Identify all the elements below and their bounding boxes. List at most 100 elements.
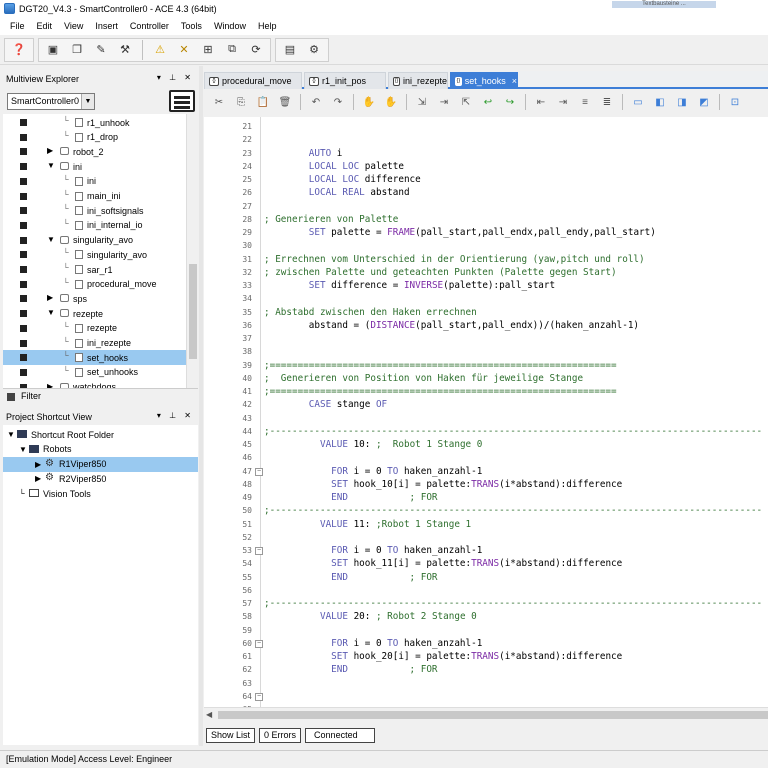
tools-icon[interactable]: ⚙ [304, 40, 324, 60]
code-line[interactable]: abstand = (DISTANCE(pall_start,pall_endx… [264, 319, 639, 332]
tree-item-watchdogs[interactable]: ▶ watchdogs [3, 380, 187, 388]
tab-set-hooks[interactable]: {} set_hooks × [450, 72, 518, 89]
step-out-icon[interactable]: ⇱ [457, 93, 475, 111]
expanded-icon[interactable]: ▼ [47, 235, 55, 244]
code-line[interactable]: SET hook_11[i] = palette:TRANS(i*abstand… [264, 557, 622, 570]
splitter[interactable] [199, 66, 203, 746]
filter-bar[interactable]: Filter [3, 388, 198, 404]
code-line[interactable]: ; Errechnen vom Unterschied in der Orien… [264, 253, 645, 266]
collapsed-icon[interactable]: ▶ [47, 293, 53, 302]
uncomment-icon[interactable]: ≣ [598, 93, 616, 111]
code-line[interactable]: AUTO i [264, 147, 343, 160]
tree-item-robot-2[interactable]: ▶ robot_2 [3, 144, 187, 159]
panel-pin-icon[interactable]: ▾ ⊥ ✕ [157, 73, 194, 82]
help-icon[interactable]: ❓ [9, 40, 29, 60]
outdent-icon[interactable]: ⇥ [554, 93, 572, 111]
copy-icon[interactable]: ⎘ [232, 93, 250, 111]
expanded-icon[interactable]: ▼ [7, 430, 15, 439]
bookmark-clear-icon[interactable]: ◩ [695, 93, 713, 111]
tree-item-rezepte[interactable]: ▼ rezepte [3, 306, 187, 321]
tree-item-procedural-move[interactable]: └ procedural_move [3, 277, 187, 292]
code-line[interactable]: LOCAL LOC palette [264, 160, 404, 173]
disable-icon[interactable]: ✕ [174, 40, 194, 60]
bookmark-next-icon[interactable]: ◨ [673, 93, 691, 111]
code-line[interactable]: ;---------------------------------------… [264, 597, 762, 610]
collapsed-icon[interactable]: ▶ [35, 474, 41, 483]
tree-item-sps[interactable]: ▶ sps [3, 291, 187, 306]
tab-ini-rezepte[interactable]: {} ini_rezepte [388, 72, 448, 89]
menu-item-tools[interactable]: Tools [175, 21, 208, 31]
undo-icon[interactable]: ↶ [307, 93, 325, 111]
menu-item-file[interactable]: File [4, 21, 31, 31]
menu-item-help[interactable]: Help [252, 21, 283, 31]
3d-view-icon[interactable]: ▣ [43, 40, 63, 60]
shortcut-item-shortcut-root-folder[interactable]: ▼ Shortcut Root Folder [3, 427, 183, 442]
menu-item-window[interactable]: Window [208, 21, 252, 31]
fold-toggle-icon[interactable]: − [255, 467, 263, 476]
panel-pin-icon[interactable]: ▾ ⊥ ✕ [157, 411, 194, 420]
code-line[interactable]: VALUE 10: ; Robot 1 Stange 0 [264, 438, 482, 451]
window-badge[interactable]: Textbausteine ... [612, 1, 716, 8]
code-line[interactable]: SET difference = INVERSE(palette):pall_s… [264, 279, 555, 292]
chevron-down-icon[interactable]: ▼ [81, 94, 94, 109]
fold-toggle-icon[interactable]: − [255, 692, 263, 701]
fold-toggle-icon[interactable]: − [255, 639, 263, 648]
delete-icon[interactable]: 🗑 [276, 93, 294, 111]
stop-hand-icon[interactable]: ✋ [360, 93, 378, 111]
controller-icon[interactable] [169, 90, 195, 112]
tree-scrollbar[interactable] [186, 114, 198, 388]
code-line[interactable]: FOR i = 0 TO haken_anzahl-1 [264, 637, 482, 650]
indent-icon[interactable]: ⇤ [532, 93, 550, 111]
tree-item-ini[interactable]: ▼ ini [3, 159, 187, 174]
find-icon[interactable]: ⊡ [726, 93, 744, 111]
code-line[interactable]: ; zwischen Palette und geteachten Punkte… [264, 266, 617, 279]
tree-item-rezepte[interactable]: └ rezepte [3, 321, 187, 336]
code-line[interactable]: ;---------------------------------------… [264, 504, 762, 517]
bookmark-icon[interactable]: ▭ [629, 93, 647, 111]
tree-item-singularity-avo[interactable]: └ singularity_avo [3, 247, 187, 262]
breakpoint-icon[interactable]: ✋ [382, 93, 400, 111]
scrollbar-thumb[interactable] [218, 711, 768, 719]
tree-item-ini-rezepte[interactable]: └ ini_rezepte [3, 336, 187, 351]
code-line[interactable]: ; Generieren von Position von Haken für … [264, 372, 583, 385]
bookmark-prev-icon[interactable]: ◧ [651, 93, 669, 111]
code-line[interactable]: VALUE 11: ;Robot 1 Stange 1 [264, 518, 471, 531]
scrollbar-thumb[interactable] [189, 264, 197, 359]
step-into-icon[interactable]: ⇲ [413, 93, 431, 111]
grid-icon[interactable]: ⊞ [198, 40, 218, 60]
robot-arm-icon[interactable]: ⚒ [115, 40, 135, 60]
code-line[interactable]: CASE stange OF [264, 398, 387, 411]
cut-icon[interactable]: ✂ [210, 93, 228, 111]
code-line[interactable]: VALUE 20: ; Robot 2 Stange 0 [264, 610, 477, 623]
code-line[interactable]: ;=======================================… [264, 385, 617, 398]
code-line[interactable]: SET hook_20[i] = palette:TRANS(i*abstand… [264, 650, 622, 663]
tree-item-ini-softsignals[interactable]: └ ini_softsignals [3, 203, 187, 218]
warning-icon[interactable]: ⚠ [150, 40, 170, 60]
tree-item-sar-r1[interactable]: └ sar_r1 [3, 262, 187, 277]
controller-select[interactable]: SmartController0 ▼ [7, 93, 95, 110]
code-line[interactable]: SET hook_10[i] = palette:TRANS(i*abstand… [264, 478, 622, 491]
shortcut-item-robots[interactable]: ▼ Robots [3, 442, 183, 457]
menu-item-view[interactable]: View [58, 21, 89, 31]
menu-item-controller[interactable]: Controller [124, 21, 175, 31]
tree-item-r1-drop[interactable]: └ r1_drop [3, 130, 187, 145]
code-line[interactable]: ;---------------------------------------… [264, 425, 762, 438]
code-line[interactable]: ;=======================================… [264, 359, 617, 372]
code-line[interactable]: END ; FOR [264, 571, 437, 584]
code-line[interactable]: LOCAL LOC difference [264, 173, 421, 186]
panel-icon[interactable]: ▤ [280, 40, 300, 60]
refresh-icon[interactable]: ⟳ [246, 40, 266, 60]
tree-item-ini[interactable]: └ ini [3, 174, 187, 189]
tool-icon[interactable]: ✎ [91, 40, 111, 60]
code-line[interactable]: ; Abstabd zwischen den Haken errechnen [264, 306, 477, 319]
collapsed-icon[interactable]: ▶ [35, 460, 41, 469]
tree-item-singularity-avo[interactable]: ▼ singularity_avo [3, 233, 187, 248]
code-line[interactable]: ; Generieren von Palette [264, 213, 398, 226]
code-line[interactable]: FOR i = 0 TO haken_anzahl-1 [264, 465, 482, 478]
tab-procedural-move[interactable]: {} procedural_move [204, 72, 302, 89]
collapsed-icon[interactable]: ▶ [47, 146, 53, 155]
show-list-button[interactable]: Show List [206, 727, 256, 743]
tab-r1-init-pos[interactable]: {} r1_init_pos [304, 72, 386, 89]
forward-icon[interactable]: ↪ [501, 93, 519, 111]
code-line[interactable]: END ; FOR [264, 663, 437, 676]
